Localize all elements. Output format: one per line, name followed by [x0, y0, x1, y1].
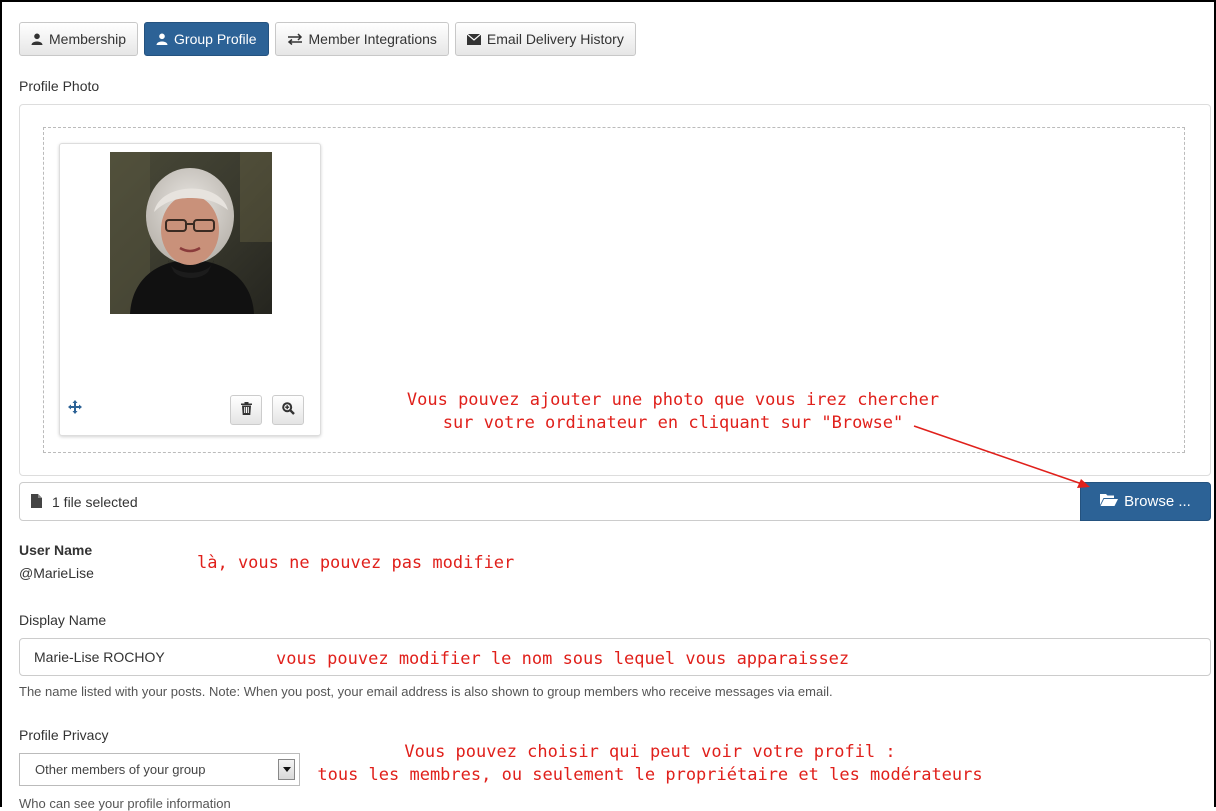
file-icon — [31, 494, 42, 511]
trash-icon — [240, 402, 252, 418]
zoom-in-icon — [281, 402, 295, 418]
tab-membership[interactable]: Membership — [19, 22, 139, 56]
delete-photo-button[interactable] — [230, 395, 262, 425]
user-name-label: User Name — [19, 542, 93, 558]
chevron-down-icon[interactable] — [278, 759, 295, 780]
file-input-bar: 1 file selected Browse ... — [19, 482, 1211, 521]
tab-label: Membership — [49, 31, 127, 47]
profile-privacy-label: Profile Privacy — [19, 727, 109, 743]
profile-privacy-help: Who can see your profile information — [19, 796, 231, 811]
user-icon — [156, 33, 168, 45]
tab-label: Group Profile — [174, 31, 257, 47]
annotation-photo-line2: sur votre ordinateur en cliquant sur "Br… — [442, 413, 904, 433]
annotation-privacy-line1: Vous pouvez choisir qui peut voir votre … — [404, 742, 896, 762]
tab-email-delivery-history[interactable]: Email Delivery History — [454, 22, 636, 56]
profile-photo-label: Profile Photo — [19, 78, 100, 94]
user-name-value: @MarieLise — [19, 565, 94, 581]
display-name-help: The name listed with your posts. Note: W… — [19, 684, 833, 699]
annotation-privacy-line2: tous les membres, ou seulement le propri… — [317, 765, 983, 785]
profile-photo — [110, 152, 272, 314]
photo-thumbnail-card — [59, 143, 321, 436]
exchange-icon — [287, 33, 303, 45]
profile-privacy-selected: Other members of your group — [35, 762, 206, 777]
annotation-photo-line1: Vous pouvez ajouter une photo que vous i… — [406, 390, 940, 410]
profile-tabs: Membership Group Profile Member Integrat… — [19, 22, 636, 56]
tab-label: Email Delivery History — [486, 31, 624, 47]
move-icon[interactable] — [68, 400, 82, 417]
annotation-displayname-note: vous pouvez modifier le nom sous lequel … — [276, 649, 850, 669]
browse-button[interactable]: Browse ... — [1080, 482, 1211, 521]
tab-member-integrations[interactable]: Member Integrations — [274, 22, 449, 56]
browse-label: Browse ... — [1124, 493, 1191, 510]
folder-open-icon — [1100, 493, 1119, 510]
user-icon — [31, 33, 43, 45]
display-name-label: Display Name — [19, 612, 107, 628]
zoom-photo-button[interactable] — [272, 395, 304, 425]
tab-group-profile[interactable]: Group Profile — [144, 22, 269, 56]
envelope-icon — [466, 33, 481, 45]
tab-label: Member Integrations — [308, 31, 437, 47]
file-selected-text: 1 file selected — [52, 494, 138, 510]
annotation-username-note: là, vous ne pouvez pas modifier — [197, 553, 515, 573]
profile-privacy-select[interactable]: Other members of your group — [19, 753, 300, 786]
